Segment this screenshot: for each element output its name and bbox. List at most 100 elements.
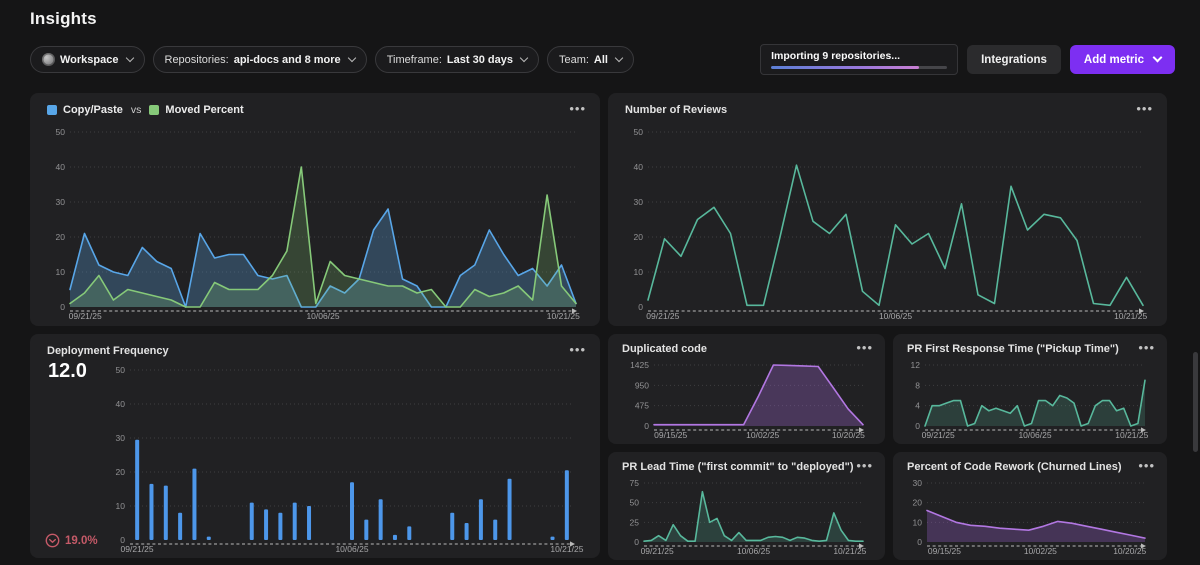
svg-text:20: 20 [56, 232, 66, 242]
ellipsis-menu-icon[interactable]: ••• [856, 461, 873, 471]
timeframe-filter[interactable]: Timeframe: Last 30 days [375, 46, 539, 73]
chart-legend: Copy/Paste vs Moved Percent [47, 104, 244, 116]
svg-text:10/02/25: 10/02/25 [746, 430, 779, 440]
svg-text:10/21/25: 10/21/25 [547, 311, 580, 321]
page-title: Insights [30, 9, 97, 29]
ellipsis-menu-icon[interactable]: ••• [569, 104, 586, 114]
legend-vs-label: vs [131, 104, 142, 116]
copy-paste-chart: 0 10 20 30 40 50 09/21/25 10/06/25 10/21/25 [42, 126, 590, 322]
legend-label-copy-paste: Copy/Paste [63, 104, 123, 116]
ellipsis-menu-icon[interactable]: ••• [1138, 461, 1155, 471]
integrations-button[interactable]: Integrations [967, 45, 1061, 74]
svg-text:50: 50 [116, 365, 126, 375]
workspace-avatar-icon [42, 53, 55, 66]
svg-text:10/06/25: 10/06/25 [1018, 430, 1051, 440]
ellipsis-menu-icon[interactable]: ••• [856, 343, 873, 353]
card-title: PR Lead Time ("first commit" to "deploye… [622, 461, 854, 473]
svg-text:50: 50 [634, 127, 644, 137]
svg-text:1425: 1425 [630, 360, 649, 370]
svg-text:0: 0 [634, 537, 639, 547]
insights-dashboard: Insights Workspace Repositories: api-doc… [0, 0, 1200, 565]
card-number-of-reviews: Number of Reviews ••• 0102030405009/21/2… [608, 93, 1167, 326]
team-filter-value: All [594, 54, 608, 66]
card-title: PR First Response Time ("Pickup Time") [907, 343, 1119, 355]
timeframe-filter-value: Last 30 days [447, 54, 513, 66]
svg-text:09/15/25: 09/15/25 [654, 430, 687, 440]
svg-text:10/21/25: 10/21/25 [550, 544, 583, 554]
deployment-delta-badge: 19.0% [45, 533, 98, 548]
trend-down-circle-icon [45, 533, 60, 548]
svg-text:8: 8 [915, 380, 920, 390]
svg-text:10: 10 [56, 267, 66, 277]
svg-text:20: 20 [116, 467, 126, 477]
repositories-filter-value: api-docs and 8 more [234, 54, 341, 66]
vertical-scrollbar[interactable] [1193, 352, 1198, 452]
svg-text:4: 4 [915, 401, 920, 411]
svg-text:10/21/25: 10/21/25 [1114, 311, 1147, 321]
toolbar-right: Importing 9 repositories... Integrations… [760, 44, 1175, 75]
svg-text:10: 10 [634, 267, 644, 277]
svg-text:10/06/25: 10/06/25 [306, 311, 339, 321]
import-progress-label: Importing 9 repositories... [771, 50, 947, 62]
team-filter[interactable]: Team: All [547, 46, 634, 73]
svg-text:950: 950 [635, 380, 649, 390]
chevron-down-icon [125, 54, 133, 62]
legend-swatch-copy-paste [47, 105, 57, 115]
svg-text:10/20/25: 10/20/25 [832, 430, 865, 440]
svg-text:10/20/25: 10/20/25 [1113, 546, 1146, 556]
duplicated-code-chart: 0475950142509/15/2510/02/2510/20/25 [616, 359, 877, 441]
ellipsis-menu-icon[interactable]: ••• [1136, 104, 1153, 114]
svg-text:0: 0 [917, 537, 922, 547]
svg-text:25: 25 [630, 517, 640, 527]
card-title: Duplicated code [622, 343, 707, 355]
svg-text:10/21/25: 10/21/25 [1115, 430, 1148, 440]
card-deployment-frequency: Deployment Frequency ••• 12.0 0102030405… [30, 334, 600, 558]
svg-text:0: 0 [638, 302, 643, 312]
svg-text:30: 30 [116, 433, 126, 443]
add-metric-button-label: Add metric [1084, 54, 1144, 66]
legend-label-moved-percent: Moved Percent [165, 104, 243, 116]
timeframe-filter-prefix: Timeframe: [387, 54, 442, 66]
repositories-filter-prefix: Repositories: [165, 54, 229, 66]
card-title: Deployment Frequency [47, 345, 169, 357]
chevron-down-icon [1153, 53, 1163, 63]
repositories-filter[interactable]: Repositories: api-docs and 8 more [153, 46, 367, 73]
chevron-down-icon [615, 54, 623, 62]
svg-text:10/06/25: 10/06/25 [879, 311, 912, 321]
chevron-down-icon [347, 54, 355, 62]
svg-text:09/21/25: 09/21/25 [69, 311, 102, 321]
svg-text:09/21/25: 09/21/25 [646, 311, 679, 321]
reviews-chart: 0102030405009/21/2510/06/2510/21/25 [620, 126, 1157, 322]
svg-text:0: 0 [915, 421, 920, 431]
pickup-time-chart: 0 4 8 12 09/21/25 10/06/25 10/21/25 [901, 359, 1159, 441]
add-metric-button[interactable]: Add metric [1070, 45, 1175, 74]
card-title: Number of Reviews [625, 104, 727, 116]
ellipsis-menu-icon[interactable]: ••• [569, 345, 586, 355]
workspace-filter[interactable]: Workspace [30, 46, 145, 73]
svg-text:20: 20 [913, 498, 923, 508]
card-copy-paste-vs-moved: Copy/Paste vs Moved Percent ••• 0 10 20 30 4… [30, 93, 600, 326]
deployment-chart: 0102030405009/21/2510/06/2510/21/25 [100, 364, 588, 555]
svg-text:0: 0 [644, 421, 649, 431]
svg-text:09/21/25: 09/21/25 [641, 546, 674, 556]
svg-text:09/15/25: 09/15/25 [928, 546, 961, 556]
team-filter-prefix: Team: [559, 54, 589, 66]
card-pr-lead-time: PR Lead Time ("first commit" to "deploye… [608, 452, 885, 560]
svg-text:50: 50 [56, 127, 66, 137]
ellipsis-menu-icon[interactable]: ••• [1138, 343, 1155, 353]
svg-text:09/21/25: 09/21/25 [922, 430, 955, 440]
svg-text:0: 0 [60, 302, 65, 312]
code-rework-chart: 010203009/15/2510/02/2510/20/25 [901, 477, 1159, 557]
card-duplicated-code: Duplicated code ••• 0475950142509/15/251… [608, 334, 885, 444]
deployment-delta-value: 19.0% [65, 535, 98, 547]
import-progress-panel: Importing 9 repositories... [760, 44, 958, 75]
svg-text:12: 12 [911, 360, 921, 370]
svg-text:30: 30 [56, 197, 66, 207]
deployment-frequency-value: 12.0 [48, 360, 87, 383]
svg-text:10/21/25: 10/21/25 [833, 546, 866, 556]
svg-text:40: 40 [634, 162, 644, 172]
svg-text:10/06/25: 10/06/25 [335, 544, 368, 554]
lead-time-chart: 025507509/21/2510/06/2510/21/25 [616, 477, 877, 557]
svg-text:40: 40 [56, 162, 66, 172]
chevron-down-icon [520, 54, 528, 62]
